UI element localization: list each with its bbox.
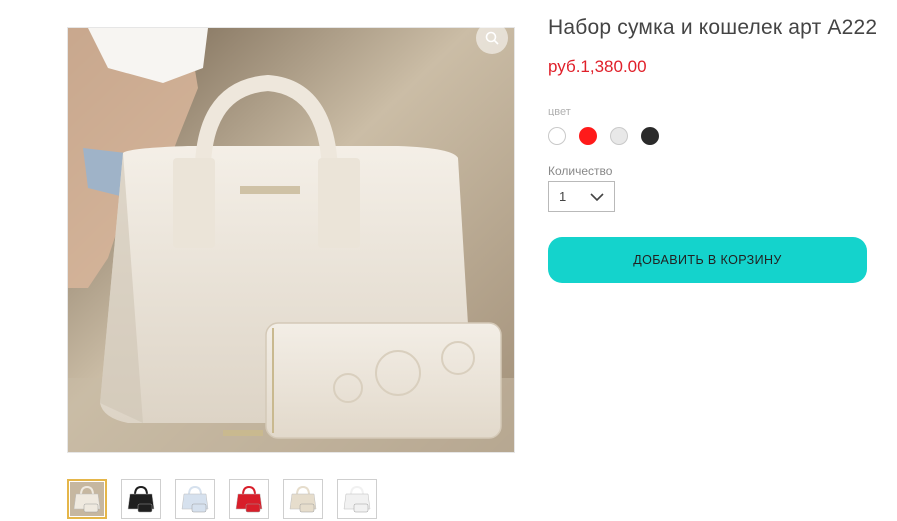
thumbnail-white[interactable] [337,479,377,519]
chevron-down-icon [590,192,604,201]
color-swatch-white[interactable] [548,127,566,145]
thumbnail-black[interactable] [121,479,161,519]
color-swatch-light-gray[interactable] [610,127,628,145]
quantity-label: Количество [548,164,613,178]
thumbnail-bag-icon [124,482,158,516]
magnifier-icon [485,31,499,45]
thumbnail-bag-icon [340,482,374,516]
thumbnail-light-blue[interactable] [175,479,215,519]
color-label: цвет [548,106,571,116]
zoom-button[interactable] [476,22,508,54]
thumbnail-bag-icon [70,482,104,516]
add-to-cart-button[interactable]: ДОБАВИТЬ В КОРЗИНУ [548,237,867,283]
product-main-image[interactable] [67,27,515,453]
thumbnail-bag-icon [232,482,266,516]
thumbnail-red[interactable] [229,479,269,519]
product-price: руб.1,380.00 [548,57,647,76]
thumbnail-bag-icon [286,482,320,516]
quantity-value: 1 [559,189,567,204]
thumbnail-bag-icon [178,482,212,516]
handbag-photo [68,28,514,452]
thumbnail-cream[interactable] [67,479,107,519]
color-swatch-black[interactable] [641,127,659,145]
color-swatches [548,127,659,145]
color-swatch-red[interactable] [579,127,597,145]
thumbnail-beige[interactable] [283,479,323,519]
quantity-select[interactable]: 1 [548,181,615,212]
product-title: Набор сумка и кошелек арт A222 [548,16,878,39]
thumbnail-gallery [67,479,377,519]
